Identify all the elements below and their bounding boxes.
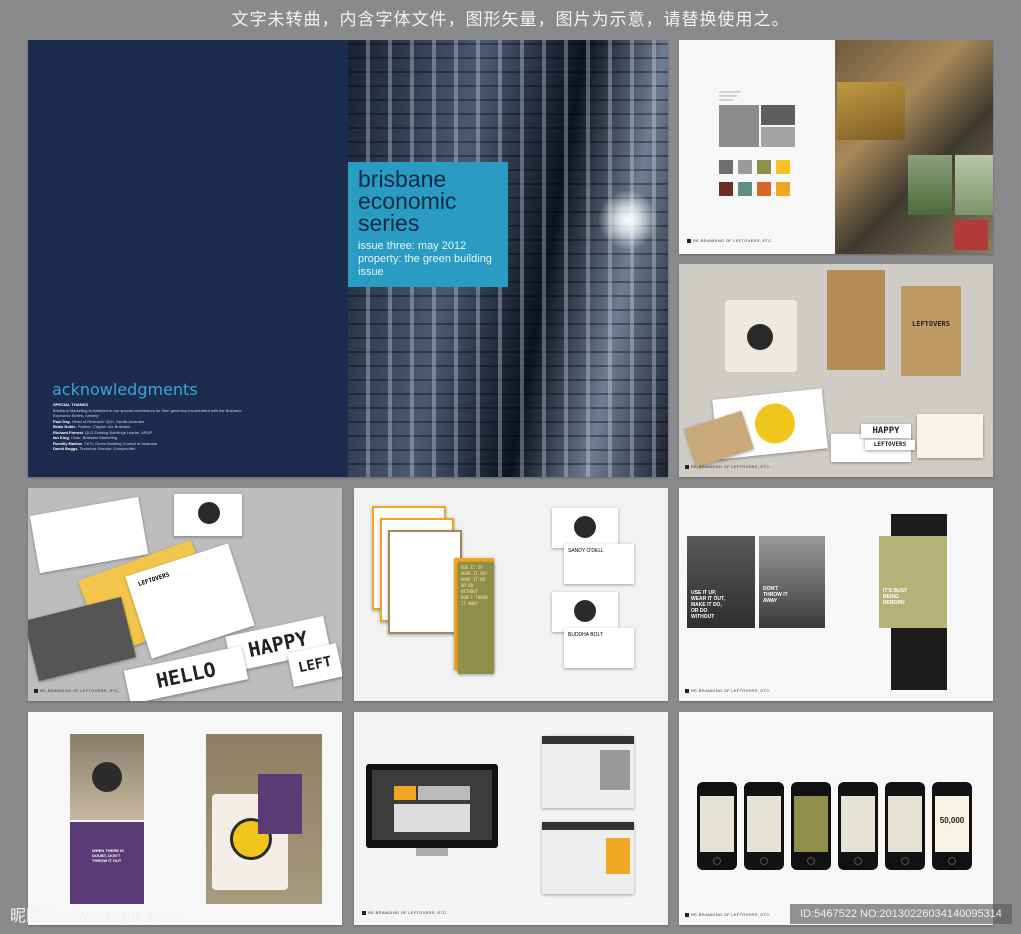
letterhead: [388, 530, 462, 634]
phone-mockup: [791, 782, 831, 870]
moodboard-text: ━━━━━━━━━━━━ ━━━━━━━━━━ ━━━━━━━━: [719, 90, 741, 102]
phone-number: 50,000: [939, 816, 965, 825]
logo-icon: [747, 324, 773, 350]
texture-image: [719, 105, 759, 147]
monitor-screen: [372, 770, 492, 840]
sign-card: HAPPY: [861, 424, 911, 438]
web-page-screenshot: [542, 736, 634, 808]
monitor: [366, 764, 498, 848]
shirt-spread: WHEN THERE IS DOUBT, DON'T THROW IT OUT: [28, 712, 342, 925]
purple-shirt-photo: WHEN THERE IS DOUBT, DON'T THROW IT OUT: [70, 822, 144, 904]
swatch: [776, 182, 790, 196]
monitor-stand: [416, 848, 448, 856]
web-spread: RE-BRANDING OF LEFTOVERS, ETC.: [354, 712, 668, 925]
phone-mockup: [838, 782, 878, 870]
swatch: [738, 182, 752, 196]
watermark-left: 昵图网 www.nipic.com: [10, 906, 184, 925]
purple-sleeve: [258, 774, 302, 834]
swatch: [719, 182, 733, 196]
business-card-front: [552, 508, 618, 548]
card-name: SANDY O'DELL: [568, 548, 604, 554]
web-page-screenshot: [542, 822, 634, 894]
field-photo: [955, 155, 993, 215]
web-caption: RE-BRANDING OF LEFTOVERS, ETC.: [362, 910, 448, 915]
paper-bag: LEFTOVERS: [901, 286, 961, 376]
cover-issue: issue three: may 2012: [358, 240, 467, 252]
logo-icon: [92, 762, 122, 792]
letterhead-spread: USE IT UP WEAR IT OUT MAKE IT DO OR DO W…: [354, 488, 668, 701]
web-block: [394, 804, 470, 832]
tote-bag: [725, 300, 797, 372]
tote-photo: [206, 734, 322, 904]
web-block: [394, 786, 416, 800]
red-letter-photo: [954, 220, 988, 250]
web-block: [418, 786, 470, 800]
business-card-back: BUDDHA BOLT: [564, 628, 634, 668]
sun-flare: [598, 190, 658, 250]
texture-image: [761, 105, 795, 125]
stationery-photo: LEFTOVERS HAPPY LEFTOVERS RE-BRANDING OF…: [679, 264, 993, 477]
poster-text: DON'T THROW IT AWAY: [763, 586, 788, 604]
phone-mockup: [744, 782, 784, 870]
stationery2-caption: RE-BRANDING OF LEFTOVERS, ETC.: [34, 688, 120, 693]
cover-title: brisbane economic series: [358, 166, 457, 236]
phones-caption: RE-BRANDING OF LEFTOVERS, ETC.: [685, 912, 771, 917]
acknowledgments-heading: acknowledgments: [52, 380, 198, 399]
poster-spread: USE IT UP, WEAR IT OUT, MAKE IT DO, OR D…: [679, 488, 993, 701]
kraft-envelope: [684, 410, 754, 468]
swatch: [757, 160, 771, 174]
card-name: BUDDHA BOLT: [568, 632, 603, 638]
sign-card: LEFTOVERS: [865, 440, 915, 450]
shirt-text: WHEN THERE IS DOUBT, DON'T THROW IT OUT: [92, 848, 124, 863]
cover-spread: brisbane economic series issue three: ma…: [28, 40, 668, 477]
swatch: [738, 160, 752, 174]
cover-title-box: brisbane economic series issue three: ma…: [348, 162, 508, 287]
posters-caption: RE-BRANDING OF LEFTOVERS, ETC.: [685, 688, 771, 693]
thanks-intro: Brisbane Marketing is indebted to our sp…: [53, 407, 242, 419]
thanks-entry: David Boggs, Technical Director, Ecospec…: [53, 446, 136, 451]
notice-banner: 文字未转曲，内含字体文件，图形矢量，图片为示意，请替换使用之。: [231, 10, 790, 30]
phone-mockup: [885, 782, 925, 870]
bag-brand: LEFTOVERS: [912, 320, 950, 328]
bw-photo-card: [28, 596, 137, 682]
robot-poster: USE IT UP, WEAR IT OUT, MAKE IT DO, OR D…: [687, 536, 755, 628]
phone-spread: 50,000 RE-BRANDING OF LEFTOVERS, ETC.: [679, 712, 993, 925]
logo-icon: [574, 516, 596, 538]
robot-poster: DON'T THROW IT AWAY: [759, 536, 825, 628]
sign-card: HELLO: [123, 645, 249, 701]
logo-icon: [198, 502, 220, 524]
white-shirt-photo: [70, 734, 144, 820]
placemat-card: [917, 414, 983, 458]
swatch: [719, 160, 733, 174]
stationery-photo-2: LEFTOVERS HAPPY HELLO LEFT RE-BRANDING O…: [28, 488, 342, 701]
road-photo: [837, 82, 905, 140]
poster-text: IT'S BUSY BEING REBORN: [883, 588, 908, 606]
cover-property: property: the green building issue: [358, 253, 492, 278]
paper-bag: [827, 270, 885, 370]
watermark-right: ID:5467522 NO:20130226034140095314: [790, 904, 1012, 924]
texture-image: [761, 127, 795, 147]
child-photo: [908, 155, 952, 215]
moodboard-spread: ━━━━━━━━━━━━ ━━━━━━━━━━ ━━━━━━━━ RE-BRANDI…: [679, 40, 993, 254]
special-thanks-label: SPECIAL THANKS: [53, 402, 89, 407]
robot-poster-held: IT'S BUSY BEING REBORN: [879, 536, 947, 628]
phone-mockup: 50,000: [932, 782, 972, 870]
logo-icon: [574, 600, 596, 622]
thanks-list: SPECIAL THANKS Brisbane Marketing is ind…: [53, 402, 253, 452]
tent-card: [174, 494, 242, 536]
swatch: [757, 182, 771, 196]
business-card-back: SANDY O'DELL: [564, 544, 634, 584]
stationery-caption: RE-BRANDING OF LEFTOVERS, ETC.: [685, 464, 771, 469]
poster-text: USE IT UP, WEAR IT OUT, MAKE IT DO, OR D…: [691, 590, 725, 620]
swatch: [776, 160, 790, 174]
phone-mockup: [697, 782, 737, 870]
menu-card: USE IT UP WEAR IT OUT MAKE IT DO OR DO W…: [458, 562, 494, 674]
business-card-front: [552, 592, 618, 632]
logo-icon: [752, 401, 797, 446]
moodboard-caption: RE-BRANDING OF LEFTOVERS, ETC.: [687, 238, 773, 243]
